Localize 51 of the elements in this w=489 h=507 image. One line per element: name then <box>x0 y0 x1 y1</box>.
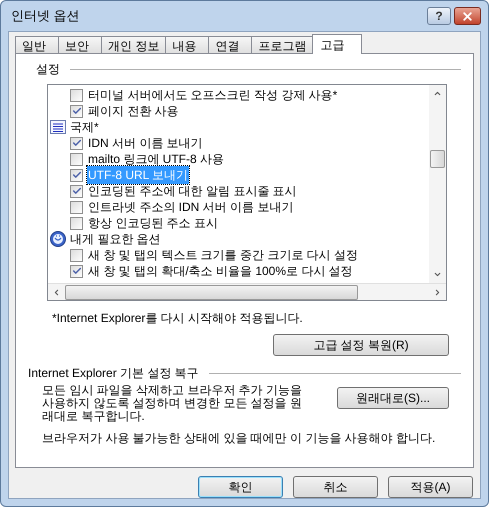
setting-label[interactable]: 국제* <box>69 118 100 136</box>
setting-label[interactable]: mailto 링크에 UTF-8 사용 <box>87 150 226 168</box>
tab[interactable]: 내용 <box>165 36 210 53</box>
tab[interactable]: 프로그램 <box>251 36 314 53</box>
scroll-down-icon[interactable] <box>433 270 442 279</box>
setting-label[interactable]: 새 창 및 탭의 텍스트 크기를 중간 크기로 다시 설정 <box>87 246 360 264</box>
setting-label[interactable]: 새 창 및 탭의 확대/축소 비율을 100%로 다시 설정 <box>87 262 354 280</box>
checkbox[interactable] <box>70 200 83 214</box>
setting-label[interactable]: IDN 서버 이름 보내기 <box>87 134 204 152</box>
tab[interactable]: 일반 <box>15 36 59 53</box>
setting-label[interactable]: 인트라넷 주소의 IDN 서버 이름 보내기 <box>87 198 294 216</box>
section-title: 설정 <box>36 61 60 78</box>
dialog-button[interactable]: 적용(A) <box>388 476 473 498</box>
checkbox[interactable] <box>70 168 83 182</box>
scroll-left-icon[interactable] <box>52 288 61 296</box>
tab[interactable]: 개인 정보 <box>101 36 166 53</box>
checkbox[interactable] <box>70 88 83 102</box>
checkbox[interactable] <box>70 104 83 118</box>
list-icon <box>50 120 66 134</box>
window-title: 인터넷 옵션 <box>11 7 80 26</box>
scroll-thumb[interactable] <box>65 284 358 300</box>
section-title: Internet Explorer 기본 설정 복구 <box>28 365 199 382</box>
setting-label[interactable]: 내게 필요한 옵션 <box>69 230 162 248</box>
close-icon <box>461 10 474 22</box>
vertical-scrollbar[interactable] <box>429 85 446 283</box>
dialog-button[interactable]: 고급 설정 복원(R) <box>273 334 449 356</box>
checkbox[interactable] <box>70 216 83 230</box>
horizontal-scrollbar[interactable] <box>48 283 446 300</box>
tab[interactable]: 연결 <box>208 36 252 53</box>
dialog-button[interactable]: 원래대로(S)... <box>337 387 449 409</box>
setting-label[interactable]: 페이지 전환 사용 <box>87 102 180 120</box>
setting-label[interactable]: 항상 인코딩된 주소 표시 <box>87 214 220 232</box>
checkbox[interactable] <box>70 152 83 166</box>
help-button[interactable]: ? <box>427 7 451 25</box>
scroll-up-icon[interactable] <box>433 89 442 98</box>
reset-warning: 브라우저가 사용 불가능한 상태에 있을 때에만 이 기능을 사용해야 합니다. <box>42 430 436 447</box>
reset-description: 모든 임시 파일을 삭제하고 브라우저 추가 기능을 사용하지 않도록 설정하며 변경한 모든 설정을 원래대로 복구합니다. <box>42 384 304 423</box>
scroll-right-icon[interactable] <box>433 288 442 296</box>
checkbox[interactable] <box>70 264 83 278</box>
close-button[interactable] <box>454 7 481 25</box>
dialog-button[interactable]: 확인 <box>198 476 283 498</box>
scroll-thumb[interactable] <box>430 150 445 168</box>
checkbox[interactable] <box>70 136 83 150</box>
tab[interactable]: 고급 <box>312 34 362 54</box>
restart-note: *Internet Explorer를 다시 시작해야 적용됩니다. <box>52 310 304 327</box>
dialog-button[interactable]: 취소 <box>293 476 378 498</box>
tab[interactable]: 보안 <box>58 36 102 53</box>
setting-label[interactable]: 터미널 서버에서도 오프스크린 작성 강제 사용* <box>87 86 338 104</box>
checkbox[interactable] <box>70 248 83 262</box>
setting-label[interactable]: 인코딩된 주소에 대한 알림 표시줄 표시 <box>87 182 298 200</box>
checkbox[interactable] <box>70 184 83 198</box>
